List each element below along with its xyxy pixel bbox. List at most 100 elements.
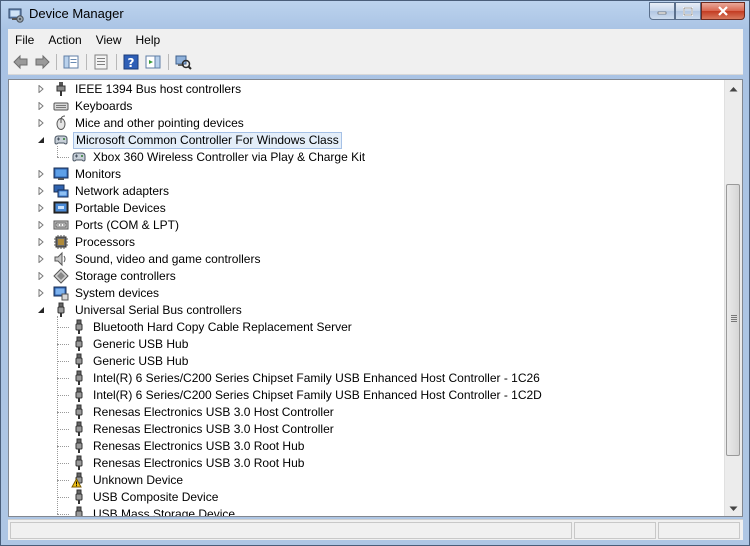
title-bar[interactable]: Device Manager	[1, 1, 749, 29]
device-tree-item[interactable]: Intel(R) 6 Series/C200 Series Chipset Fa…	[9, 370, 725, 387]
collapsed-arrow-icon[interactable]	[37, 272, 45, 280]
storage-controller-icon	[53, 268, 69, 284]
scroll-up-button[interactable]	[725, 80, 742, 97]
expanded-arrow-icon[interactable]	[37, 306, 45, 314]
status-cell	[10, 522, 572, 539]
toolbar-separator	[168, 54, 169, 70]
toolbar: ?	[8, 50, 743, 75]
collapsed-arrow-icon[interactable]	[37, 119, 45, 127]
device-tree-item[interactable]: USB Mass Storage Device	[9, 506, 725, 516]
device-tree-item-label: Intel(R) 6 Series/C200 Series Chipset Fa…	[93, 371, 540, 385]
usb-plug-icon	[75, 336, 83, 351]
scroll-down-button[interactable]	[725, 500, 742, 516]
maximize-button[interactable]	[675, 2, 701, 20]
device-category-item[interactable]: Universal Serial Bus controllers	[9, 302, 725, 319]
show-hide-action-pane-icon[interactable]	[144, 53, 162, 71]
device-tree-item[interactable]: Generic USB Hub	[9, 336, 725, 353]
collapsed-arrow-icon[interactable]	[37, 255, 45, 263]
device-tree[interactable]: IEEE 1394 Bus host controllers Keyboards M…	[9, 80, 727, 516]
collapsed-arrow-icon[interactable]	[37, 204, 45, 212]
collapsed-arrow-icon[interactable]	[37, 102, 45, 110]
minimize-button[interactable]	[649, 2, 675, 20]
usb-plug-icon	[75, 319, 83, 334]
device-category-item[interactable]: Processors	[9, 234, 725, 251]
toolbar-separator	[86, 54, 87, 70]
device-category-item[interactable]: Keyboards	[9, 98, 725, 115]
tree-connector-line	[57, 146, 58, 157]
scrollbar-thumb[interactable]	[726, 184, 740, 456]
device-category-item[interactable]: Portable Devices	[9, 200, 725, 217]
device-tree-item[interactable]: Unknown Device	[9, 472, 725, 489]
device-category-item[interactable]: Mice and other pointing devices	[9, 115, 725, 132]
device-tree-item[interactable]: Xbox 360 Wireless Controller via Play & …	[9, 149, 725, 166]
device-category-item[interactable]: Ports (COM & LPT)	[9, 217, 725, 234]
device-tree-item-label: USB Composite Device	[93, 490, 219, 504]
usb-plug-icon	[75, 404, 83, 419]
tree-connector-line	[57, 480, 69, 481]
device-tree-item[interactable]: Renesas Electronics USB 3.0 Root Hub	[9, 455, 725, 472]
tree-connector-line	[57, 344, 69, 345]
menu-file[interactable]: File	[8, 33, 41, 47]
device-category-item[interactable]: Network adapters	[9, 183, 725, 200]
usb-plug-icon	[75, 455, 83, 470]
device-tree-item[interactable]: Renesas Electronics USB 3.0 Host Control…	[9, 421, 725, 438]
device-tree-item-label: Ports (COM & LPT)	[75, 218, 180, 232]
device-tree-item[interactable]: Renesas Electronics USB 3.0 Host Control…	[9, 404, 725, 421]
collapsed-arrow-icon[interactable]	[37, 289, 45, 297]
device-category-item[interactable]: Microsoft Common Controller For Windows …	[9, 132, 725, 149]
monitor-icon	[53, 167, 69, 180]
collapsed-arrow-icon[interactable]	[37, 85, 45, 93]
toolbar-separator	[116, 54, 117, 70]
tree-connector-line	[57, 157, 69, 158]
mouse-icon	[56, 115, 66, 130]
caption-buttons	[649, 2, 745, 21]
speaker-icon	[54, 251, 66, 267]
device-category-item[interactable]: System devices	[9, 285, 725, 302]
device-tree-item-label: Unknown Device	[93, 473, 184, 487]
device-tree-item[interactable]: Generic USB Hub	[9, 353, 725, 370]
tree-connector-line	[57, 327, 69, 328]
status-bar	[8, 519, 743, 540]
toolbar-separator	[56, 54, 57, 70]
menu-action[interactable]: Action	[41, 33, 88, 47]
tree-connector-line	[57, 463, 69, 464]
collapsed-arrow-icon[interactable]	[37, 238, 45, 246]
usb-plug-icon	[75, 438, 83, 453]
device-tree-item-label: Storage controllers	[75, 269, 176, 283]
collapsed-arrow-icon[interactable]	[37, 170, 45, 178]
collapsed-arrow-icon[interactable]	[37, 221, 45, 229]
menu-help[interactable]: Help	[129, 33, 168, 47]
device-category-item[interactable]: Storage controllers	[9, 268, 725, 285]
port-icon	[53, 220, 69, 230]
show-hide-console-tree-icon[interactable]	[62, 53, 80, 71]
device-tree-item-label: Universal Serial Bus controllers	[75, 303, 242, 317]
usb-plug-icon	[75, 370, 83, 385]
tree-connector-line	[57, 514, 69, 515]
device-tree-item[interactable]: Bluetooth Hard Copy Cable Replacement Se…	[9, 319, 725, 336]
help-icon[interactable]: ?	[122, 53, 140, 71]
scan-hardware-changes-icon[interactable]	[174, 53, 192, 71]
device-category-item[interactable]: Monitors	[9, 166, 725, 183]
device-category-item[interactable]: Sound, video and game controllers	[9, 251, 725, 268]
gamepad-icon	[54, 135, 68, 145]
vertical-scrollbar[interactable]	[724, 80, 742, 516]
expanded-arrow-icon[interactable]	[37, 136, 45, 144]
close-button[interactable]	[701, 2, 745, 20]
usb-plug-icon	[75, 421, 83, 436]
device-tree-item[interactable]: USB Composite Device	[9, 489, 725, 506]
device-category-item[interactable]: IEEE 1394 Bus host controllers	[9, 81, 725, 98]
status-cell	[574, 522, 656, 539]
keyboard-icon	[53, 102, 69, 111]
properties-icon[interactable]	[92, 53, 110, 71]
device-tree-item-label: Network adapters	[75, 184, 170, 198]
device-tree-item-label: Renesas Electronics USB 3.0 Root Hub	[93, 456, 305, 470]
status-cell	[658, 522, 740, 539]
back-arrow-icon[interactable]	[12, 53, 30, 71]
collapsed-arrow-icon[interactable]	[37, 187, 45, 195]
device-tree-item[interactable]: Intel(R) 6 Series/C200 Series Chipset Fa…	[9, 387, 725, 404]
gamepad-icon	[72, 152, 86, 162]
forward-arrow-icon[interactable]	[33, 53, 51, 71]
device-tree-item-label: Microsoft Common Controller For Windows …	[73, 132, 342, 149]
menu-view[interactable]: View	[89, 33, 129, 47]
device-tree-item[interactable]: Renesas Electronics USB 3.0 Root Hub	[9, 438, 725, 455]
